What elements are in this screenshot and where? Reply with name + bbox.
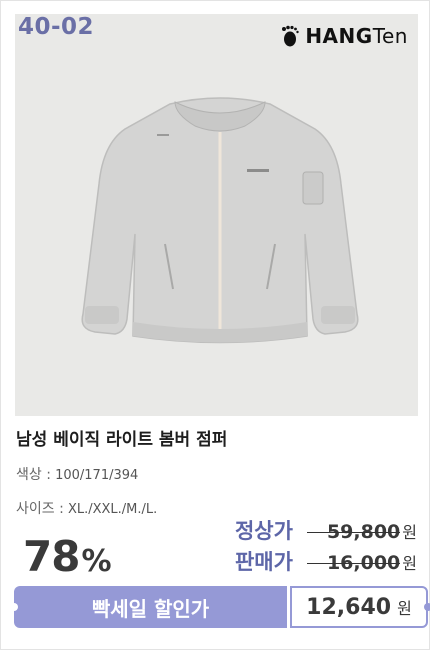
color-label: 색상 : bbox=[16, 467, 51, 483]
product-title[interactable]: 남성 베이직 라이트 봄버 점퍼 bbox=[16, 425, 227, 450]
color-info: 색상 : 100/171/394 bbox=[16, 464, 138, 484]
notch-decoration bbox=[424, 603, 430, 611]
footprint-icon bbox=[282, 25, 300, 47]
size-value: XL./XXL./M./L. bbox=[67, 502, 158, 517]
brand-name: HANGTen bbox=[305, 24, 408, 48]
sale-price-currency: 원 bbox=[402, 554, 417, 573]
notch-decoration bbox=[10, 603, 18, 611]
brand-logo: HANGTen bbox=[281, 24, 408, 48]
product-image[interactable]: 40-02 HANGTen bbox=[15, 14, 418, 416]
sale-price-label: 판매가 bbox=[234, 550, 293, 574]
deal-label: 빡세일 할인가 bbox=[91, 596, 210, 621]
size-label: 사이즈 : bbox=[16, 501, 64, 517]
discount-rate: 78% bbox=[23, 532, 112, 581]
deal-label-button[interactable]: 빡세일 할인가 bbox=[10, 586, 287, 628]
sale-price-value: 16,000 bbox=[306, 552, 401, 574]
sale-price-row: 판매가 16,000 원 bbox=[235, 546, 417, 576]
regular-price-row: 정상가 59,800 원 bbox=[235, 515, 417, 545]
regular-price-value: 59,800 bbox=[306, 521, 401, 543]
deal-price-box[interactable]: 12,640 원 bbox=[290, 586, 430, 628]
deal-price-value: 12,640 bbox=[306, 594, 392, 620]
regular-price-currency: 원 bbox=[402, 523, 417, 542]
deal-price-bar[interactable]: 빡세일 할인가 12,640 원 bbox=[10, 586, 430, 628]
deal-price-currency: 원 bbox=[397, 599, 412, 618]
product-code: 40-02 bbox=[18, 14, 95, 40]
regular-price-label: 정상가 bbox=[234, 519, 293, 543]
jacket-image bbox=[81, 97, 359, 344]
color-value: 100/171/394 bbox=[55, 468, 139, 483]
size-info: 사이즈 : XL./XXL./M./L. bbox=[16, 498, 157, 518]
product-card[interactable]: 40-02 HANGTen 남성 베이직 라이트 봄버 점퍼 색상: 100/… bbox=[0, 0, 430, 650]
